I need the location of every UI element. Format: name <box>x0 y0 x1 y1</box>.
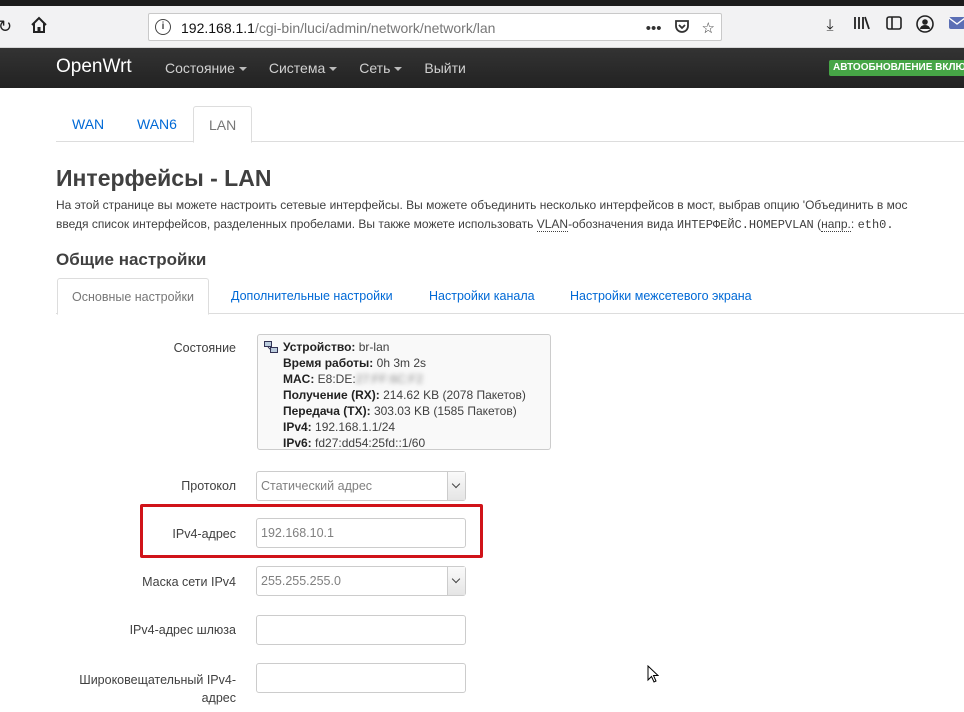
section-title: Общие настройки <box>56 250 207 269</box>
broadcast-label: Широковещательный IPv4- адрес <box>79 673 236 705</box>
menu-status[interactable]: Состояние <box>165 60 247 76</box>
url-text[interactable]: 192.168.1.1/cgi-bin/luci/admin/network/n… <box>181 20 495 36</box>
mouse-cursor-icon <box>647 665 659 683</box>
home-icon[interactable] <box>28 16 50 38</box>
download-icon[interactable]: ⤓ <box>819 15 841 37</box>
caret-down-icon <box>238 67 247 72</box>
autoupdate-badge[interactable]: АВТООБНОВЛЕНИЕ ВКЛЮ <box>829 60 964 76</box>
interface-status-box: Устройство: br-lan Время работы: 0h 3m 2… <box>257 334 551 450</box>
tab-wan6[interactable]: WAN6 <box>122 106 192 142</box>
interface-tabs: WAN WAN6 LAN <box>56 106 964 143</box>
annotation-highlight-box <box>140 504 483 558</box>
status-label: Состояние <box>173 341 236 355</box>
tab-lan[interactable]: LAN <box>193 106 253 143</box>
page-title: Интерфейсы - LAN <box>56 165 272 191</box>
tab-wan[interactable]: WAN <box>57 106 119 142</box>
bookmark-star-icon[interactable]: ☆ <box>702 19 715 37</box>
info-icon[interactable]: i <box>155 19 171 35</box>
caret-down-icon <box>329 67 338 72</box>
chevron-down-icon <box>447 472 465 500</box>
brand-logo[interactable]: OpenWrt <box>56 56 132 78</box>
menu-system[interactable]: Система <box>269 60 338 76</box>
broadcast-input[interactable] <box>256 663 466 693</box>
reload-icon[interactable]: ↻ <box>0 16 16 38</box>
protocol-label: Протокол <box>181 479 236 493</box>
menu-network[interactable]: Сеть <box>359 60 403 76</box>
redacted-mac: 27:FF:6C:F2 <box>355 372 424 386</box>
address-bar[interactable]: i 192.168.1.1/cgi-bin/luci/admin/network… <box>148 13 722 41</box>
tab-advanced-settings[interactable]: Дополнительные настройки <box>231 278 393 314</box>
more-icon[interactable]: ••• <box>646 20 662 37</box>
account-icon[interactable] <box>914 15 936 37</box>
netmask-label: Маска сети IPv4 <box>142 575 236 589</box>
library-icon[interactable] <box>851 15 873 37</box>
sidebar-icon[interactable] <box>883 15 905 37</box>
browser-toolbar: ↻ i 192.168.1.1/cgi-bin/luci/admin/netwo… <box>0 0 964 48</box>
network-bridge-icon <box>264 341 278 353</box>
chevron-down-icon <box>447 567 465 595</box>
section-tabs: Основные настройки Дополнительные настро… <box>56 278 964 315</box>
pocket-icon[interactable] <box>674 19 690 38</box>
gateway-input[interactable] <box>256 615 466 645</box>
menu-logout[interactable]: Выйти <box>424 60 465 76</box>
page-description: На этой странице вы можете настроить сет… <box>56 198 908 232</box>
gateway-label: IPv4-адрес шлюза <box>129 623 236 637</box>
window-titlebar <box>0 0 964 6</box>
main-menu: Состояние Система Сеть Выйти <box>165 60 466 76</box>
openwrt-navbar: OpenWrt Состояние Система Сеть Выйти АВТ… <box>0 48 964 88</box>
netmask-select[interactable]: 255.255.255.0 <box>256 566 466 596</box>
mail-icon[interactable] <box>946 15 964 37</box>
vlan-abbr: VLAN <box>536 217 569 232</box>
tab-physical-settings[interactable]: Настройки канала <box>429 278 535 314</box>
caret-down-icon <box>394 67 403 72</box>
tab-general-settings[interactable]: Основные настройки <box>57 278 209 315</box>
protocol-select[interactable]: Статический адрес <box>256 471 466 501</box>
tab-firewall-settings[interactable]: Настройки межсетевого экрана <box>570 278 752 314</box>
